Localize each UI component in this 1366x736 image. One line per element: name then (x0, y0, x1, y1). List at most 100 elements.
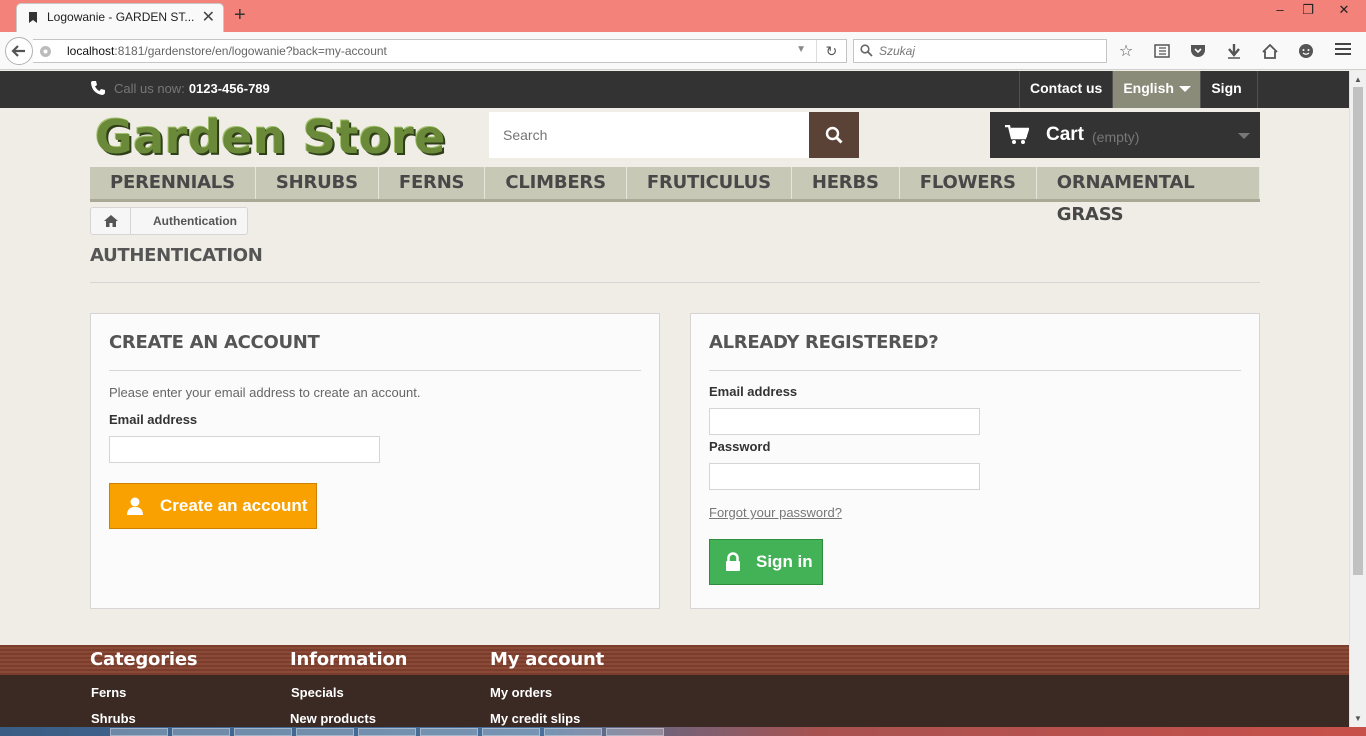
os-taskbar (0, 727, 1366, 736)
back-button[interactable] (5, 37, 33, 65)
url-dropdown-icon[interactable]: ▼ (796, 44, 806, 55)
footer-information-title: Information (290, 649, 408, 670)
login-email-field[interactable] (709, 408, 980, 435)
login-form: ALREADY REGISTERED? Email address Passwo… (690, 313, 1260, 609)
sign-in-button[interactable]: Sign in (709, 539, 823, 585)
browser-tab[interactable]: Logowanie - GARDEN ST... ✕ (16, 3, 224, 32)
taskbar-item[interactable] (296, 728, 354, 736)
language-label: English (1123, 80, 1174, 96)
password-field[interactable] (709, 463, 980, 490)
cart-label: Cart (1046, 124, 1085, 145)
page-title: AUTHENTICATION (90, 245, 263, 266)
home-icon (103, 215, 118, 227)
taskbar-item[interactable] (110, 728, 168, 736)
taskbar-item[interactable] (172, 728, 230, 736)
footer-link-new-products[interactable]: New products (290, 711, 376, 726)
store-logo[interactable]: Garden Store (95, 109, 446, 165)
page-viewport: Call us now: 0123-456-789 Contact us Eng… (0, 71, 1349, 727)
scroll-up-icon[interactable]: ▲ (1354, 75, 1362, 84)
create-account-button-label: Create an account (160, 496, 308, 515)
footer (0, 675, 1349, 727)
footer-categories-title: Categories (90, 649, 198, 670)
browser-search-input[interactable]: Szukaj (853, 39, 1107, 63)
new-tab-icon[interactable]: + (234, 4, 246, 27)
caret-down-icon (1238, 133, 1250, 139)
breadcrumb: Authentication (90, 207, 248, 235)
footer-link-my-credit-slips[interactable]: My credit slips (490, 711, 580, 726)
close-tab-icon[interactable]: ✕ (202, 7, 215, 27)
create-account-title: CREATE AN ACCOUNT (109, 332, 320, 353)
sign-in-link[interactable]: Sign in (1200, 71, 1259, 131)
shopping-cart-icon (1005, 125, 1029, 144)
reload-icon[interactable]: ↻ (816, 40, 846, 62)
cart-block[interactable]: Cart (empty) (990, 112, 1260, 158)
caret-down-icon (1179, 86, 1192, 92)
create-account-intro: Please enter your email address to creat… (109, 385, 421, 400)
create-email-label: Email address (109, 412, 198, 427)
scrollbar-thumb[interactable] (1353, 87, 1363, 575)
search-icon (825, 126, 843, 144)
language-selector[interactable]: English (1112, 71, 1201, 108)
phone-icon (91, 81, 105, 95)
site-search (489, 112, 859, 158)
menu-item-herbs[interactable]: HERBS (792, 167, 900, 199)
home-icon[interactable] (1259, 40, 1281, 62)
url-bar[interactable]: localhost:8181/gardenstore/en/logowanie?… (33, 39, 847, 63)
taskbar-item[interactable] (544, 728, 602, 736)
contact-us-link[interactable]: Contact us (1019, 71, 1112, 108)
cart-status: (empty) (1092, 129, 1140, 145)
browser-navbar: localhost:8181/gardenstore/en/logowanie?… (0, 32, 1366, 70)
call-us-label: Call us now: (114, 80, 185, 96)
menu-item-fruticulus[interactable]: FRUTICULUS (627, 167, 792, 199)
menu-item-ornamental-grass[interactable]: ORNAMENTAL GRASS (1037, 167, 1260, 225)
forgot-password-link[interactable]: Forgot your password? (709, 505, 842, 520)
chat-icon[interactable] (1295, 40, 1317, 62)
restore-icon[interactable]: ❐ (1294, 0, 1322, 20)
user-icon (110, 497, 160, 515)
create-account-form: CREATE AN ACCOUNT Please enter your emai… (90, 313, 660, 609)
create-account-button[interactable]: Create an account (109, 483, 317, 529)
scroll-down-icon[interactable]: ▼ (1354, 714, 1362, 723)
password-label: Password (709, 439, 771, 454)
taskbar-item[interactable] (234, 728, 292, 736)
hamburger-menu-icon[interactable] (1334, 41, 1352, 60)
menu-item-flowers[interactable]: FLOWERS (900, 167, 1037, 199)
taskbar-item[interactable] (482, 728, 540, 736)
taskbar-item[interactable] (606, 728, 664, 736)
taskbar-item[interactable] (420, 728, 478, 736)
footer-link-specials[interactable]: Specials (291, 685, 344, 700)
arrow-left-icon (11, 45, 25, 57)
footer-information: Information (290, 649, 407, 670)
pocket-icon[interactable] (1187, 40, 1209, 62)
footer-link-ferns[interactable]: Ferns (91, 685, 126, 700)
footer-my-account-title: My account (490, 649, 604, 670)
breadcrumb-home[interactable] (91, 208, 131, 234)
site-search-input[interactable] (489, 112, 809, 158)
download-icon[interactable] (1223, 40, 1245, 62)
menu-item-ferns[interactable]: FERNS (379, 167, 486, 199)
taskbar-item[interactable] (358, 728, 416, 736)
footer-link-shrubs[interactable]: Shrubs (91, 711, 136, 726)
menu-item-perennials[interactable]: PERENNIALS (90, 167, 256, 199)
minimize-icon[interactable]: – (1266, 0, 1294, 20)
window-controls: – ❐ ✕ (1266, 0, 1366, 22)
phone-info: Call us now: 0123-456-789 (90, 80, 270, 96)
create-email-field[interactable] (109, 436, 380, 463)
breadcrumb-current: Authentication (153, 214, 237, 228)
footer-band (0, 645, 1349, 675)
bookmark-star-icon[interactable]: ☆ (1115, 40, 1137, 62)
browser-titlebar: Logowanie - GARDEN ST... ✕ + – ❐ ✕ (0, 0, 1366, 32)
menu-item-climbers[interactable]: CLIMBERS (485, 167, 627, 199)
browser-search-placeholder: Szukaj (879, 44, 916, 58)
vertical-scrollbar[interactable]: ▲ ▼ (1349, 71, 1366, 727)
site-search-button[interactable] (809, 112, 859, 158)
reading-list-icon[interactable] (1151, 40, 1173, 62)
menu-item-shrubs[interactable]: SHRUBS (256, 167, 379, 199)
divider (709, 370, 1241, 371)
main-menu: PERENNIALS SHRUBS FERNS CLIMBERS FRUTICU… (90, 167, 1260, 225)
sign-in-button-label: Sign in (756, 552, 813, 571)
footer-link-my-orders[interactable]: My orders (490, 685, 552, 700)
window-close-icon[interactable]: ✕ (1322, 0, 1366, 20)
page-favicon-icon (29, 12, 37, 23)
footer-my-account: My account (490, 649, 604, 670)
